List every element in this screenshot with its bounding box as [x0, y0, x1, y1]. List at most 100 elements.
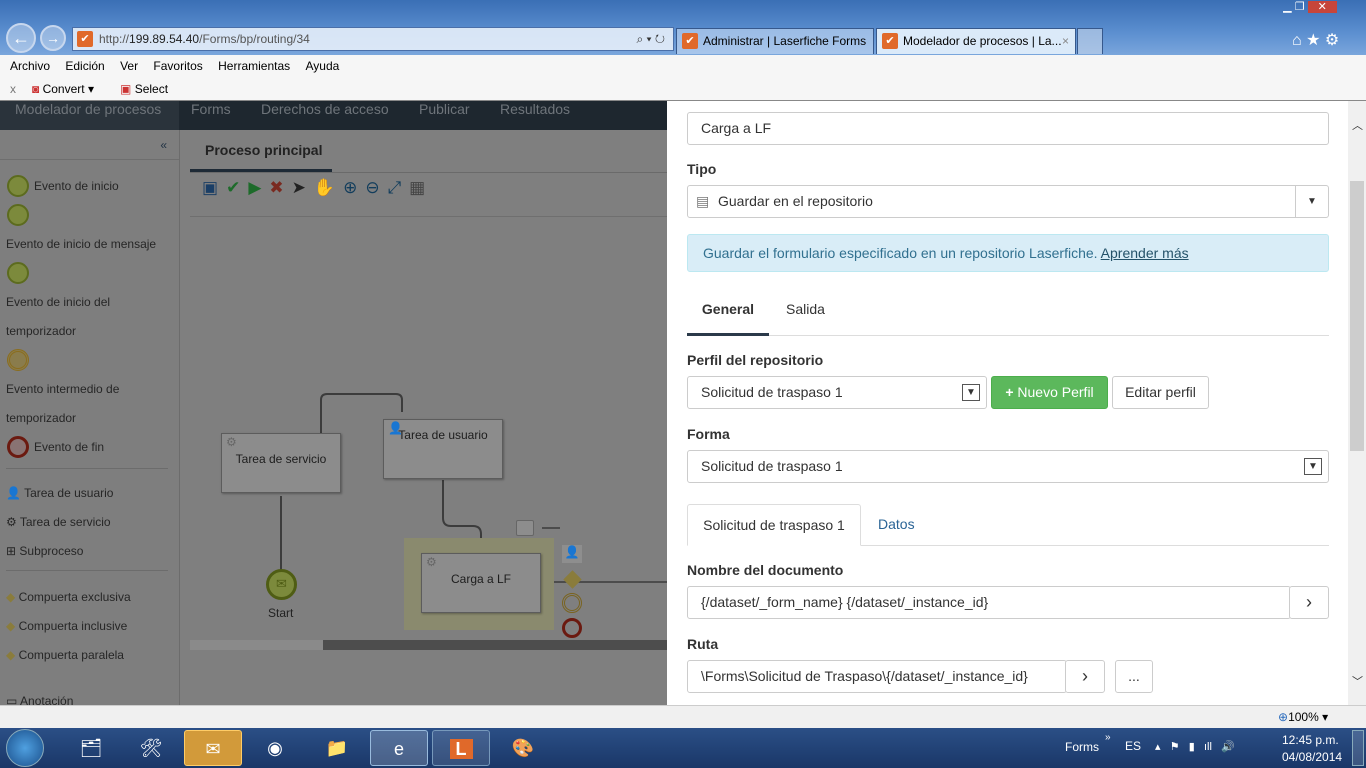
- language-indicator[interactable]: ES: [1125, 739, 1141, 753]
- chevron-down-icon: ▼: [1304, 458, 1322, 475]
- close-tab-icon[interactable]: ×: [1062, 29, 1069, 53]
- taskbar-chrome-icon[interactable]: ◉: [246, 730, 304, 766]
- node-carga-a-lf[interactable]: ⚙ Carga a LF: [421, 553, 541, 613]
- menu-archivo[interactable]: Archivo: [10, 59, 50, 73]
- menu-bar: Archivo Edición Ver Favoritos Herramient…: [0, 55, 1366, 78]
- palette-parallel-gateway[interactable]: ◆ Compuerta paralela: [6, 648, 124, 662]
- node-user-task[interactable]: 👤 Tarea de usuario: [383, 419, 503, 479]
- properties-panel: Carga a LF Tipo ▤ Guardar en el repositor…: [667, 101, 1348, 705]
- learn-more-link[interactable]: Aprender más: [1101, 245, 1189, 261]
- forward-button[interactable]: →: [40, 25, 66, 51]
- address-bar[interactable]: ✔ http://199.89.54.40/Forms/bp/routing/3…: [72, 27, 674, 51]
- tab-salida[interactable]: Salida: [786, 301, 825, 317]
- palette-subprocess[interactable]: ⊞ Subproceso: [6, 544, 83, 558]
- palette-timer-intermediate[interactable]: Evento intermedio de: [6, 382, 119, 396]
- taskbar-ie-icon[interactable]: e: [370, 730, 428, 766]
- timer-shortcut-icon[interactable]: [562, 593, 582, 613]
- taskbar-laserfiche-icon[interactable]: L: [432, 730, 490, 766]
- info-text: Guardar el formulario especificado en un…: [703, 245, 1098, 261]
- collapse-button[interactable]: «: [0, 130, 179, 160]
- new-profile-button[interactable]: + Nuevo Perfil: [991, 376, 1108, 409]
- vertical-scrollbar[interactable]: ︿ ﹀: [1348, 101, 1366, 705]
- favicon-icon: ✔: [77, 31, 93, 47]
- form-select[interactable]: Solicitud de traspaso 1 ▼: [687, 450, 1329, 483]
- taskbar-outlook-icon[interactable]: ✉: [184, 730, 242, 766]
- palette-start-event[interactable]: Evento de inicio: [34, 179, 119, 193]
- form-label: Forma: [687, 426, 730, 442]
- taskbar-forms-toolbar[interactable]: Forms: [1065, 740, 1099, 754]
- nav-derechos[interactable]: Derechos de acceso: [261, 101, 389, 117]
- subtab-datos[interactable]: Datos: [878, 516, 915, 532]
- name-input[interactable]: Carga a LF: [687, 112, 1329, 145]
- menu-ver[interactable]: Ver: [120, 59, 138, 73]
- tab-general[interactable]: General: [687, 301, 769, 336]
- canvas-hscroll[interactable]: [190, 640, 667, 650]
- palette-timer-start[interactable]: Evento de inicio del: [6, 295, 110, 309]
- tray-icons[interactable]: ▴ ⚑ ▮ ıll 🔊: [1155, 740, 1235, 753]
- form-value: Solicitud de traspaso 1: [701, 458, 843, 474]
- docname-input[interactable]: {/dataset/_form_name} {/dataset/_instanc…: [687, 586, 1291, 619]
- palette-end-event[interactable]: Evento de fin: [34, 440, 104, 454]
- taskbar-explorer-files-icon[interactable]: 🗂: [62, 730, 120, 766]
- url-host: 199.89.54.40: [129, 32, 200, 46]
- palette-inclusive-gateway[interactable]: ◆ Compuerta inclusive: [6, 619, 127, 633]
- toolbar-more[interactable]: »: [1105, 732, 1111, 743]
- select-button[interactable]: ▣ Select: [120, 78, 168, 100]
- tab-label: Modelador de procesos | La...: [903, 34, 1062, 48]
- search-refresh-icon[interactable]: ⌕ ▾ ↻: [636, 28, 665, 50]
- label: Tarea de usuario: [24, 486, 114, 500]
- new-tab-button[interactable]: [1077, 28, 1103, 54]
- path-input[interactable]: \Forms\Solicitud de Traspaso\{/dataset/_…: [687, 660, 1067, 693]
- docname-insert-button[interactable]: ›: [1289, 586, 1329, 619]
- browse-button[interactable]: ...: [1115, 660, 1153, 693]
- profile-value: Solicitud de traspaso 1: [701, 384, 843, 400]
- taskbar-tools-icon[interactable]: 🛠: [122, 730, 180, 766]
- end-shortcut-icon[interactable]: [562, 618, 582, 638]
- menu-ayuda[interactable]: Ayuda: [306, 59, 340, 73]
- back-button[interactable]: ←: [6, 23, 36, 53]
- nav-modelador[interactable]: Modelador de procesos: [15, 101, 161, 117]
- node-service-task[interactable]: ⚙ Tarea de servicio: [221, 433, 341, 493]
- status-bar: ⊕100% ▾: [0, 705, 1366, 728]
- menu-herramientas[interactable]: Herramientas: [218, 59, 290, 73]
- nav-resultados[interactable]: Resultados: [500, 101, 570, 117]
- clock-date[interactable]: 04/08/2014: [1282, 750, 1342, 764]
- tab-administrar[interactable]: ✔ Administrar | Laserfiche Forms: [676, 28, 874, 54]
- start-button[interactable]: [6, 729, 44, 767]
- menu-favoritos[interactable]: Favoritos: [153, 59, 202, 73]
- window-controls[interactable]: ▁ ❐ ✕: [1260, 0, 1360, 18]
- taskbar-paint-icon[interactable]: 🎨: [494, 730, 552, 766]
- message-start-icon: [7, 204, 29, 226]
- convert-button[interactable]: ◙ Convert ▾: [32, 78, 94, 100]
- url-prefix: http://: [99, 32, 130, 46]
- palette-service-task[interactable]: ⚙ Tarea de servicio: [6, 515, 111, 529]
- palette-exclusive-gateway[interactable]: ◆ Compuerta exclusiva: [6, 590, 131, 604]
- home-fav-settings-icons[interactable]: ⌂ ★ ⚙: [1292, 30, 1339, 50]
- type-select[interactable]: ▤ Guardar en el repositorio ▼: [687, 185, 1329, 218]
- node-start-message-icon[interactable]: ✉: [266, 569, 297, 600]
- nav-forms[interactable]: Forms: [191, 101, 231, 117]
- annotation-shortcut-icon[interactable]: [516, 520, 534, 536]
- menu-edicion[interactable]: Edición: [65, 59, 104, 73]
- url-path: /Forms/bp/routing/34: [199, 32, 310, 46]
- path-insert-button[interactable]: ›: [1065, 660, 1105, 693]
- palette-message-start[interactable]: Evento de inicio de mensaje: [6, 237, 156, 251]
- palette-timer-intermediate-2: temporizador: [6, 411, 77, 425]
- close-toolbar-button[interactable]: x: [10, 78, 16, 100]
- zoom-control[interactable]: ⊕100% ▾: [1278, 710, 1328, 724]
- palette-user-task[interactable]: 👤 Tarea de usuario: [6, 486, 113, 500]
- tab-label: Administrar | Laserfiche Forms: [703, 34, 867, 48]
- label: Compuerta paralela: [18, 648, 124, 662]
- process-canvas[interactable]: Proceso principal ▣✔▶✖➤✋⊕⊖⤢▦ ⚙ Tarea de s…: [180, 130, 667, 705]
- tab-modelador[interactable]: ✔ Modelador de procesos | La... ×: [876, 28, 1076, 54]
- zoom-icon: ⊕: [1278, 710, 1289, 724]
- user-task-shortcut-icon[interactable]: 👤: [562, 545, 582, 563]
- taskbar-folder-icon[interactable]: 📁: [308, 730, 366, 766]
- subtab-solicitud[interactable]: Solicitud de traspaso 1: [687, 504, 861, 546]
- profile-select[interactable]: Solicitud de traspaso 1 ▼: [687, 376, 987, 409]
- nav-publicar[interactable]: Publicar: [419, 101, 470, 117]
- show-desktop-button[interactable]: [1352, 730, 1364, 766]
- info-alert: Guardar el formulario especificado en un…: [687, 234, 1329, 272]
- edit-profile-button[interactable]: Editar perfil: [1112, 376, 1209, 409]
- clock-time[interactable]: 12:45 p.m.: [1282, 733, 1339, 747]
